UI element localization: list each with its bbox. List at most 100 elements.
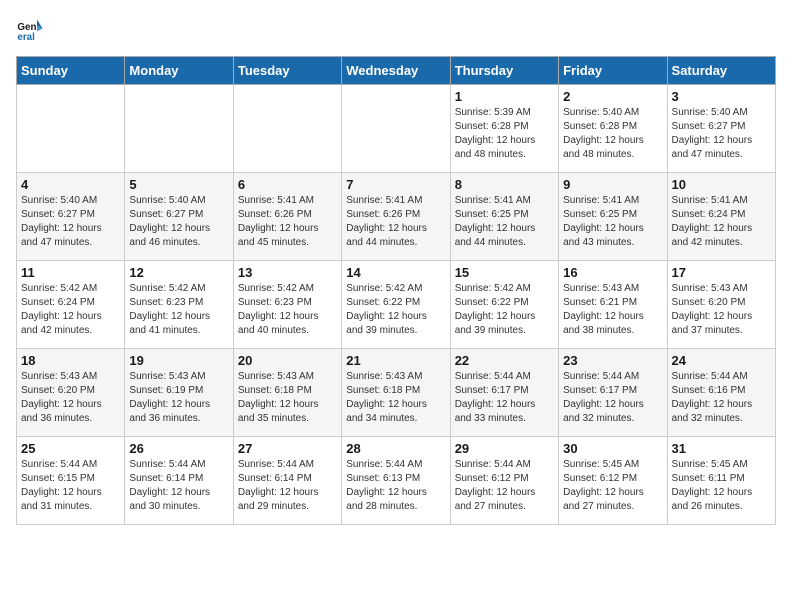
day-info: Sunrise: 5:44 AM Sunset: 6:17 PM Dayligh… [563,370,662,426]
day-info: Sunrise: 5:45 AM Sunset: 6:11 PM Dayligh… [672,458,771,514]
calendar-week-3: 11 Sunrise: 5:42 AM Sunset: 6:24 PM Dayli… [17,261,776,349]
day-info: Sunrise: 5:45 AM Sunset: 6:12 PM Dayligh… [563,458,662,514]
calendar-header-row: SundayMondayTuesdayWednesdayThursdayFrid… [17,57,776,85]
calendar-cell: 26Sunrise: 5:44 AM Sunset: 6:14 PM Dayli… [125,437,233,525]
day-info: Sunrise: 5:42 AM Sunset: 6:23 PM Dayligh… [129,282,228,338]
day-number: 9 [563,177,662,192]
day-info: Sunrise: 5:41 AM Sunset: 6:26 PM Dayligh… [238,194,337,250]
day-info: Sunrise: 5:40 AM Sunset: 6:27 PM Dayligh… [672,106,771,162]
calendar-cell: 7 Sunrise: 5:41 AM Sunset: 6:26 PM Daylig… [342,173,450,261]
day-number: 28 [346,441,445,456]
calendar-cell: 4Sunrise: 5:40 AM Sunset: 6:27 PM Daylig… [17,173,125,261]
calendar-cell: 29 Sunrise: 5:44 AM Sunset: 6:12 PM Dayli… [450,437,558,525]
day-info: Sunrise: 5:41 AM Sunset: 6:25 PM Dayligh… [455,194,554,250]
day-number: 12 [129,265,228,280]
calendar-week-2: 4Sunrise: 5:40 AM Sunset: 6:27 PM Daylig… [17,173,776,261]
calendar-cell: 17 Sunrise: 5:43 AM Sunset: 6:20 PM Dayli… [667,261,775,349]
calendar-cell: 9 Sunrise: 5:41 AM Sunset: 6:25 PM Daylig… [559,173,667,261]
day-number: 17 [672,265,771,280]
day-info: Sunrise: 5:41 AM Sunset: 6:26 PM Dayligh… [346,194,445,250]
calendar-table: SundayMondayTuesdayWednesdayThursdayFrid… [16,56,776,525]
day-number: 5 [129,177,228,192]
calendar-cell: 31Sunrise: 5:45 AM Sunset: 6:11 PM Dayli… [667,437,775,525]
day-number: 21 [346,353,445,368]
day-number: 15 [455,265,554,280]
day-info: Sunrise: 5:42 AM Sunset: 6:24 PM Dayligh… [21,282,120,338]
calendar-week-1: 1 Sunrise: 5:39 AM Sunset: 6:28 PM Daylig… [17,85,776,173]
calendar-cell: 27 Sunrise: 5:44 AM Sunset: 6:14 PM Dayli… [233,437,341,525]
calendar-header-friday: Friday [559,57,667,85]
day-info: Sunrise: 5:44 AM Sunset: 6:14 PM Dayligh… [129,458,228,514]
day-info: Sunrise: 5:44 AM Sunset: 6:17 PM Dayligh… [455,370,554,426]
day-number: 7 [346,177,445,192]
day-info: Sunrise: 5:43 AM Sunset: 6:18 PM Dayligh… [238,370,337,426]
day-number: 18 [21,353,120,368]
page-header: Gen eral [16,16,776,44]
day-info: Sunrise: 5:43 AM Sunset: 6:20 PM Dayligh… [672,282,771,338]
calendar-cell: 3 Sunrise: 5:40 AM Sunset: 6:27 PM Daylig… [667,85,775,173]
day-info: Sunrise: 5:43 AM Sunset: 6:21 PM Dayligh… [563,282,662,338]
calendar-cell: 5 Sunrise: 5:40 AM Sunset: 6:27 PM Daylig… [125,173,233,261]
day-number: 3 [672,89,771,104]
day-number: 1 [455,89,554,104]
calendar-cell [17,85,125,173]
day-info: Sunrise: 5:43 AM Sunset: 6:18 PM Dayligh… [346,370,445,426]
calendar-cell: 28 Sunrise: 5:44 AM Sunset: 6:13 PM Dayli… [342,437,450,525]
day-info: Sunrise: 5:40 AM Sunset: 6:27 PM Dayligh… [129,194,228,250]
day-number: 25 [21,441,120,456]
day-number: 2 [563,89,662,104]
calendar-cell: 8 Sunrise: 5:41 AM Sunset: 6:25 PM Daylig… [450,173,558,261]
day-info: Sunrise: 5:44 AM Sunset: 6:14 PM Dayligh… [238,458,337,514]
day-number: 6 [238,177,337,192]
calendar-header-saturday: Saturday [667,57,775,85]
calendar-cell: 22 Sunrise: 5:44 AM Sunset: 6:17 PM Dayli… [450,349,558,437]
calendar-cell: 1 Sunrise: 5:39 AM Sunset: 6:28 PM Daylig… [450,85,558,173]
calendar-cell: 14 Sunrise: 5:42 AM Sunset: 6:22 PM Dayli… [342,261,450,349]
calendar-cell: 12 Sunrise: 5:42 AM Sunset: 6:23 PM Dayli… [125,261,233,349]
day-info: Sunrise: 5:42 AM Sunset: 6:22 PM Dayligh… [346,282,445,338]
day-number: 27 [238,441,337,456]
day-number: 10 [672,177,771,192]
day-info: Sunrise: 5:41 AM Sunset: 6:25 PM Dayligh… [563,194,662,250]
calendar-cell [233,85,341,173]
day-number: 20 [238,353,337,368]
day-number: 14 [346,265,445,280]
calendar-cell: 6 Sunrise: 5:41 AM Sunset: 6:26 PM Daylig… [233,173,341,261]
calendar-cell: 23 Sunrise: 5:44 AM Sunset: 6:17 PM Dayli… [559,349,667,437]
day-info: Sunrise: 5:42 AM Sunset: 6:22 PM Dayligh… [455,282,554,338]
calendar-cell: 24Sunrise: 5:44 AM Sunset: 6:16 PM Dayli… [667,349,775,437]
svg-text:eral: eral [17,32,35,43]
day-info: Sunrise: 5:39 AM Sunset: 6:28 PM Dayligh… [455,106,554,162]
calendar-cell: 20 Sunrise: 5:43 AM Sunset: 6:18 PM Dayli… [233,349,341,437]
calendar-cell: 21 Sunrise: 5:43 AM Sunset: 6:18 PM Dayli… [342,349,450,437]
calendar-cell [125,85,233,173]
calendar-cell [342,85,450,173]
calendar-header-monday: Monday [125,57,233,85]
day-number: 22 [455,353,554,368]
calendar-header-sunday: Sunday [17,57,125,85]
calendar-cell: 13Sunrise: 5:42 AM Sunset: 6:23 PM Dayli… [233,261,341,349]
day-number: 11 [21,265,120,280]
calendar-header-wednesday: Wednesday [342,57,450,85]
day-number: 8 [455,177,554,192]
calendar-body: 1 Sunrise: 5:39 AM Sunset: 6:28 PM Daylig… [17,85,776,525]
calendar-cell: 19Sunrise: 5:43 AM Sunset: 6:19 PM Dayli… [125,349,233,437]
day-info: Sunrise: 5:40 AM Sunset: 6:28 PM Dayligh… [563,106,662,162]
logo-icon: Gen eral [16,16,44,44]
day-info: Sunrise: 5:44 AM Sunset: 6:15 PM Dayligh… [21,458,120,514]
day-info: Sunrise: 5:43 AM Sunset: 6:19 PM Dayligh… [129,370,228,426]
calendar-cell: 18 Sunrise: 5:43 AM Sunset: 6:20 PM Dayli… [17,349,125,437]
day-info: Sunrise: 5:41 AM Sunset: 6:24 PM Dayligh… [672,194,771,250]
logo: Gen eral [16,16,48,44]
calendar-cell: 16Sunrise: 5:43 AM Sunset: 6:21 PM Dayli… [559,261,667,349]
day-info: Sunrise: 5:43 AM Sunset: 6:20 PM Dayligh… [21,370,120,426]
day-info: Sunrise: 5:42 AM Sunset: 6:23 PM Dayligh… [238,282,337,338]
calendar-header-tuesday: Tuesday [233,57,341,85]
calendar-cell: 30Sunrise: 5:45 AM Sunset: 6:12 PM Dayli… [559,437,667,525]
day-number: 29 [455,441,554,456]
day-number: 23 [563,353,662,368]
calendar-week-4: 18 Sunrise: 5:43 AM Sunset: 6:20 PM Dayli… [17,349,776,437]
day-info: Sunrise: 5:44 AM Sunset: 6:12 PM Dayligh… [455,458,554,514]
day-info: Sunrise: 5:44 AM Sunset: 6:13 PM Dayligh… [346,458,445,514]
calendar-header-thursday: Thursday [450,57,558,85]
